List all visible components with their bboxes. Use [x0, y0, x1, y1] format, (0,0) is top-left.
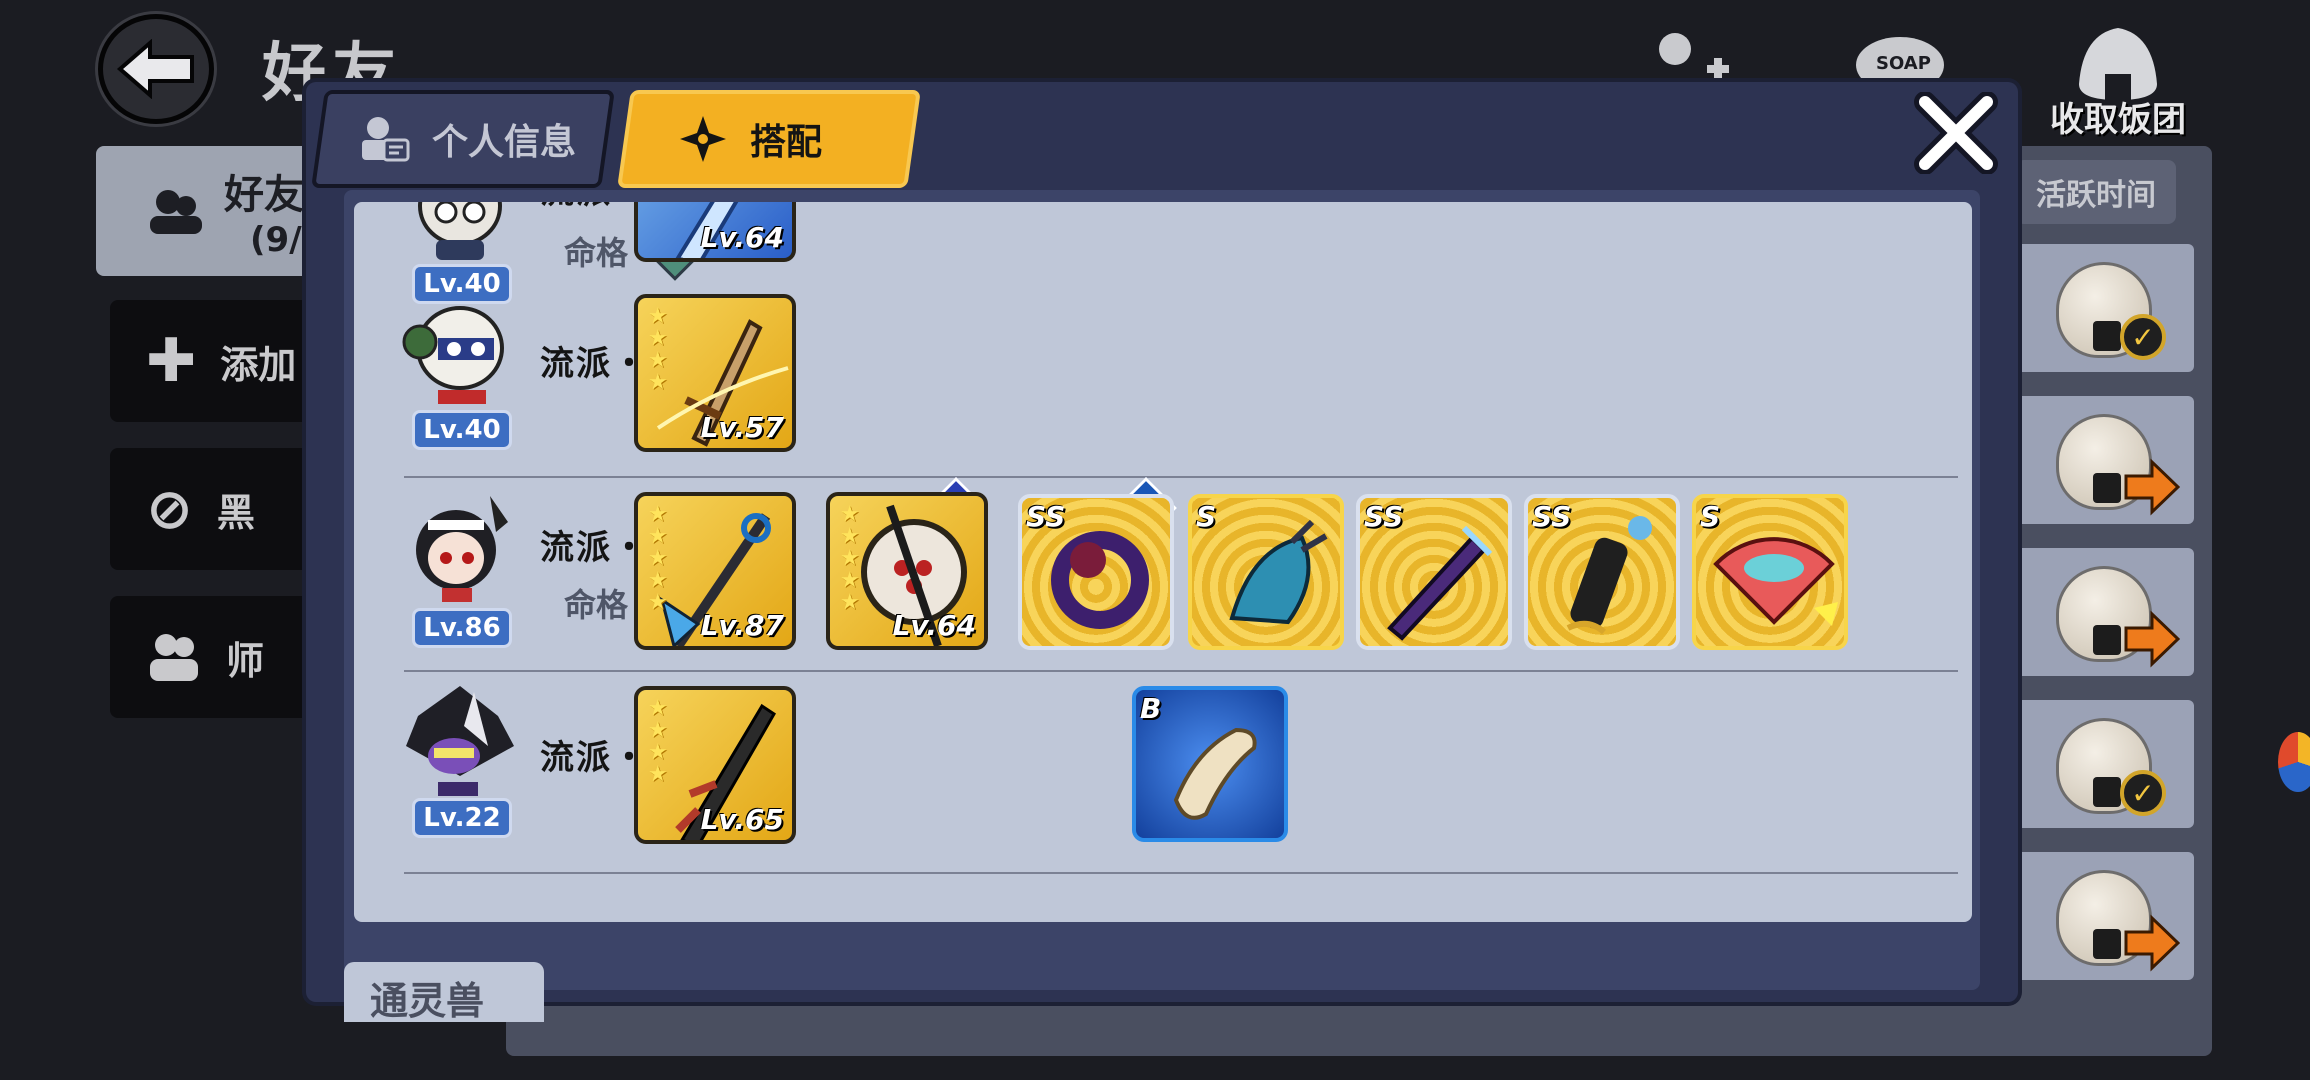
weapon-level: Lv.87 [700, 609, 784, 642]
game-screen: 好友 SOAP 收取饭团 好友 (9/ ✚ 添加 ⊘ 黑 师 活跃时间 ✓ ✓ … [0, 0, 2310, 1080]
add-friend-tab[interactable]: ✚ 添加 [110, 300, 330, 422]
secondary-weapon-slot[interactable]: ★ ★ ★ ★ ★ Lv.64 [826, 492, 988, 650]
ninja-avatar-icon [406, 686, 514, 796]
mentor-tab[interactable]: 师 [110, 596, 330, 718]
blacklist-tab[interactable]: ⊘ 黑 [110, 448, 330, 570]
grade-label: SS [1532, 500, 1572, 533]
check-icon: ✓ [2120, 314, 2166, 360]
send-arrow-icon [2124, 610, 2180, 668]
equipment-slot[interactable]: S [1692, 494, 1848, 650]
equipment-slot[interactable]: SS [1356, 494, 1512, 650]
add-friend-label: 添加 [220, 342, 297, 387]
loadout-list[interactable]: Lv.40 流派・雷兽 命格 1 ★★ Lv.64 Lv.40 [354, 202, 1972, 922]
block-icon: ⊘ [146, 476, 193, 542]
ninja-avatar-icon [416, 496, 508, 602]
ninja-avatar-icon [418, 202, 502, 260]
gift-cell[interactable] [2010, 548, 2194, 676]
friends-count: (9/ [250, 220, 302, 260]
plus-icon: ✚ [146, 326, 197, 396]
grade-label: SS [1026, 500, 1066, 533]
gift-cell[interactable]: ✓ [2010, 700, 2194, 828]
weapon-slot[interactable]: ★ ★ ★ ★ ★ Lv.87 [634, 492, 796, 650]
check-icon: ✓ [2120, 770, 2166, 816]
equipment-slot[interactable]: SS [1524, 494, 1680, 650]
equipment-slot[interactable]: SS [1018, 494, 1174, 650]
level-badge: Lv.40 [412, 410, 512, 450]
gift-cell[interactable] [2010, 852, 2194, 980]
weapon-level: Lv.64 [892, 609, 976, 642]
floating-ball-icon[interactable] [2278, 732, 2310, 792]
row-divider [404, 670, 1958, 672]
weapon-stars: ★ ★ ★ ★ [648, 696, 668, 787]
friends-icon [150, 190, 202, 234]
row-divider [404, 872, 1958, 874]
friends-label: 好友 [224, 172, 304, 218]
grade-label: S [1196, 500, 1217, 533]
close-icon [1914, 92, 1998, 174]
weapon-slot[interactable]: ★ ★ ★ ★ Lv.57 [634, 294, 796, 452]
svg-text:SOAP: SOAP [1876, 53, 1931, 74]
friend-detail-modal: 个人信息 搭配 Lv.40 流派・雷兽 命格 1 [306, 82, 2018, 1022]
tab-loadout-label: 搭配 [750, 122, 823, 163]
tab-personal-info-label: 个人信息 [432, 122, 577, 163]
mentor-icon [150, 634, 198, 681]
tab-personal-info[interactable]: 个人信息 [311, 90, 615, 188]
weapon-stars: ★ ★ ★ ★ ★ [840, 502, 860, 615]
weapon-stars: ★ ★ ★ ★ [648, 304, 668, 395]
send-arrow-icon [2124, 914, 2180, 972]
gift-cell[interactable] [2010, 396, 2194, 524]
weapon-slot[interactable]: ★ ★ ★ ★ Lv.65 [634, 686, 796, 844]
grade-label: SS [1364, 500, 1404, 533]
close-button[interactable] [1906, 88, 2006, 178]
tab-loadout[interactable]: 搭配 [617, 90, 921, 188]
friends-tab[interactable]: 好友 (9/ [96, 146, 336, 276]
active-time-header: 活跃时间 [2016, 160, 2176, 224]
loadout-panel: Lv.40 流派・雷兽 命格 1 ★★ Lv.64 Lv.40 [344, 190, 1980, 990]
gift-cell[interactable]: ✓ [2010, 244, 2194, 372]
pet-section-tab[interactable]: 通灵兽 [344, 962, 544, 1022]
row-divider [404, 476, 1958, 478]
level-badge: Lv.22 [412, 798, 512, 838]
collect-rice-label[interactable]: 收取饭团 [2050, 92, 2186, 141]
equipment-slot[interactable]: S [1188, 494, 1344, 650]
weapon-level: Lv.57 [700, 411, 784, 444]
mentor-label: 师 [226, 638, 265, 683]
weapon-stars: ★ ★ ★ ★ ★ [648, 502, 668, 615]
back-arrow-icon [116, 39, 194, 99]
grade-label: B [1140, 692, 1162, 725]
weapon-level: Lv.64 [700, 221, 784, 254]
equipment-slot[interactable]: B [1132, 686, 1288, 842]
back-button[interactable] [98, 14, 214, 124]
weapon-slot[interactable]: ★★ Lv.64 [634, 202, 796, 262]
send-arrow-icon [2124, 458, 2180, 516]
blacklist-label: 黑 [216, 490, 255, 535]
weapon-level: Lv.65 [700, 803, 784, 836]
id-card-icon [362, 117, 410, 162]
shuriken-icon [680, 116, 726, 162]
ninja-avatar-icon [402, 306, 504, 404]
level-badge: Lv.86 [412, 608, 512, 648]
grade-label: S [1700, 500, 1721, 533]
